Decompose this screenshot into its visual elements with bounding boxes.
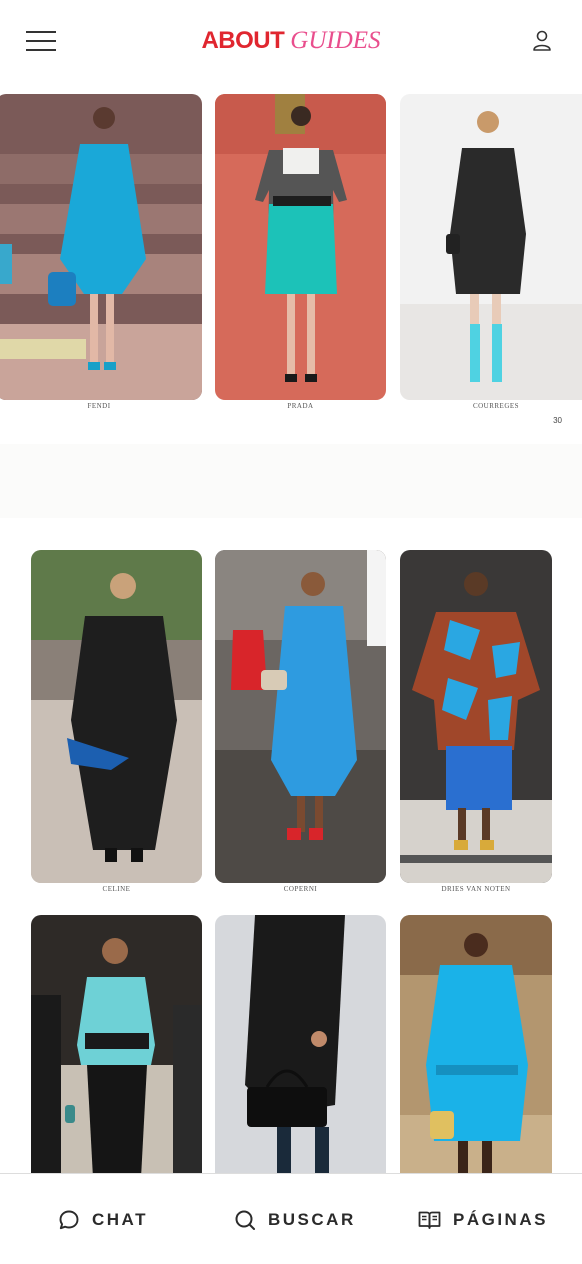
chat-bubble-icon (59, 1210, 79, 1230)
pages-tab[interactable]: PÁGINAS (418, 1208, 548, 1232)
fashion-photo-celine[interactable] (31, 550, 202, 883)
fashion-photo-look-4[interactable] (31, 915, 202, 1178)
chat-tab[interactable]: CHAT (58, 1208, 148, 1232)
search-tab[interactable]: BUSCAR (234, 1208, 356, 1232)
chat-tab-label: CHAT (92, 1210, 148, 1229)
caption-coperni: COPERNI (283, 885, 318, 893)
magazine-page-2[interactable]: CELINE COPERNI DRIES VAN NOTEN (0, 518, 582, 1178)
search-icon (235, 1210, 255, 1230)
caption-prada: PRADA (287, 402, 314, 410)
search-tab-label: BUSCAR (268, 1210, 356, 1229)
user-profile-icon[interactable] (530, 28, 554, 54)
fashion-photo-prada[interactable] (215, 94, 386, 400)
pages-tab-label: PÁGINAS (453, 1210, 548, 1229)
fashion-photo-coperni[interactable] (215, 550, 386, 883)
caption-fendi: FENDI (87, 402, 111, 410)
magazine-page-1[interactable]: FENDI PRADA COURREGES 30 (0, 82, 582, 444)
fashion-photo-dries-van-noten[interactable] (400, 550, 552, 883)
logo-about-text: ABOUT (201, 27, 285, 54)
fashion-photo-look-5[interactable] (215, 915, 386, 1178)
about-guides-logo[interactable]: ABOUT GUIDES (0, 27, 582, 55)
logo-guides-text: GUIDES (290, 27, 381, 54)
app-header: ABOUT GUIDES (0, 0, 582, 82)
open-book-icon (418, 1211, 441, 1229)
caption-celine: CELINE (102, 885, 131, 893)
caption-courreges: COURREGES (472, 402, 520, 410)
fashion-photo-look-6[interactable] (400, 915, 552, 1178)
bottom-navigation-bar: CHAT BUSCAR PÁGINAS (0, 1173, 582, 1264)
page-divider (0, 444, 582, 518)
caption-dries-van-noten: DRIES VAN NOTEN (441, 885, 511, 893)
page-number: 30 (553, 416, 562, 425)
fashion-photo-courreges[interactable] (400, 94, 582, 400)
fashion-photo-fendi[interactable] (0, 94, 202, 400)
